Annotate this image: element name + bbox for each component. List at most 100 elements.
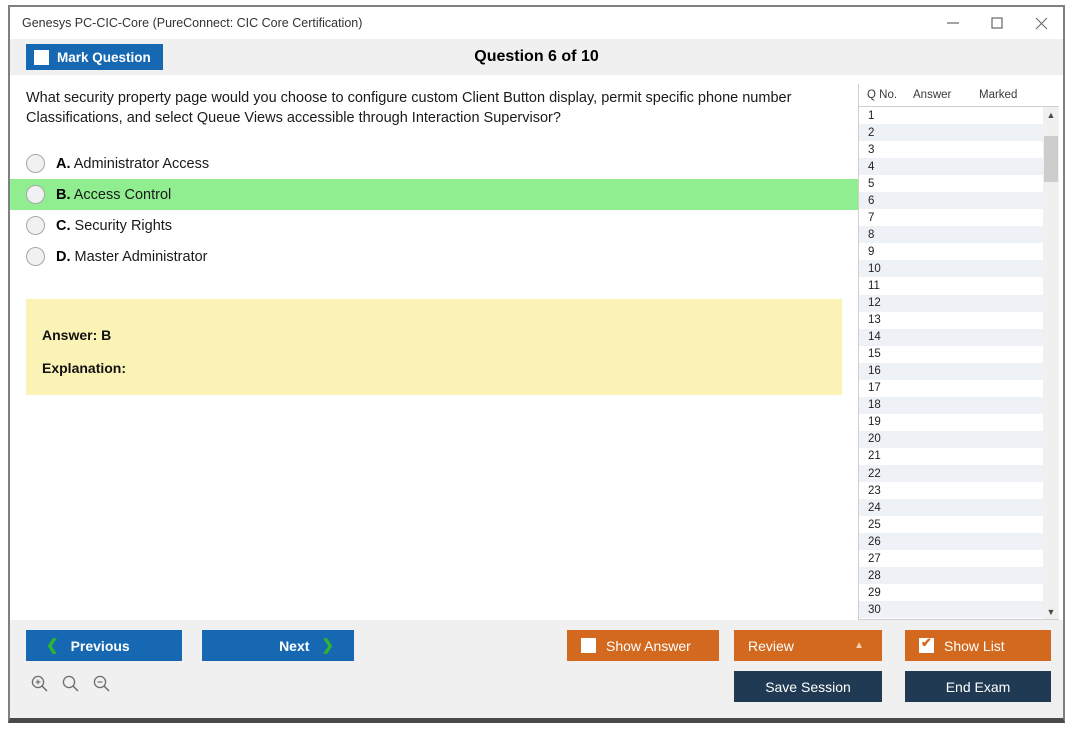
table-row[interactable]: 18 xyxy=(859,396,1043,414)
cell-question-number: 4 xyxy=(868,160,875,173)
title-bar: Genesys PC-CIC-Core (PureConnect: CIC Co… xyxy=(10,7,1063,39)
question-list-header: Q No. Answer Marked xyxy=(859,84,1059,107)
mark-question-checkbox[interactable] xyxy=(34,49,49,65)
radio-icon-d[interactable] xyxy=(26,247,45,267)
table-row[interactable]: 5 xyxy=(859,175,1043,193)
previous-button[interactable]: ❮ Previous xyxy=(26,630,182,661)
option-row-b[interactable]: B. Access Control xyxy=(10,179,858,211)
table-row[interactable]: 24 xyxy=(859,499,1043,517)
table-row[interactable]: 23 xyxy=(859,482,1043,500)
table-row[interactable]: 29 xyxy=(859,584,1043,602)
answer-label: Answer: B xyxy=(42,327,112,344)
table-row[interactable]: 9 xyxy=(859,243,1043,261)
table-row[interactable]: 16 xyxy=(859,362,1043,380)
previous-label: Previous xyxy=(70,637,130,654)
cell-question-number: 3 xyxy=(868,143,875,156)
cell-question-number: 21 xyxy=(868,450,881,463)
cell-question-number: 18 xyxy=(868,399,881,412)
table-row[interactable]: 10 xyxy=(859,260,1043,278)
mark-question-button[interactable]: Mark Question xyxy=(26,44,163,70)
table-row[interactable]: 1 xyxy=(859,107,1043,125)
show-answer-checkbox[interactable] xyxy=(581,638,596,653)
table-row[interactable]: 12 xyxy=(859,294,1043,312)
cell-question-number: 19 xyxy=(868,416,881,429)
review-dropdown-button[interactable]: Review ▲ xyxy=(734,630,882,661)
chevron-up-icon: ▲ xyxy=(854,639,864,651)
table-row[interactable]: 20 xyxy=(859,430,1043,448)
question-pane: What security property page would you ch… xyxy=(10,75,858,620)
maximize-icon[interactable] xyxy=(975,8,1019,38)
column-header-qno: Q No. xyxy=(867,89,898,101)
table-row[interactable]: 6 xyxy=(859,192,1043,210)
table-row[interactable]: 27 xyxy=(859,550,1043,568)
radio-icon-a[interactable] xyxy=(26,154,45,174)
table-row[interactable]: 19 xyxy=(859,413,1043,431)
option-row-c[interactable]: C. Security Rights xyxy=(10,210,858,241)
show-answer-button[interactable]: Show Answer xyxy=(567,630,719,661)
cell-question-number: 10 xyxy=(868,262,881,275)
cell-question-number: 22 xyxy=(868,467,881,480)
radio-icon-c[interactable] xyxy=(26,216,45,236)
next-label: Next xyxy=(279,637,310,654)
table-row[interactable]: 4 xyxy=(859,158,1043,176)
radio-icon-b[interactable] xyxy=(26,185,45,205)
cell-question-number: 30 xyxy=(868,603,881,616)
footer-row-primary: ❮ Previous Next ❯ Show Answer Review ▲ ✔… xyxy=(10,630,1063,661)
end-exam-label: End Exam xyxy=(945,678,1011,695)
option-label-a: A. Administrator Access xyxy=(56,156,209,172)
table-row[interactable]: 30 xyxy=(859,601,1043,619)
close-icon[interactable] xyxy=(1019,8,1063,38)
cell-question-number: 24 xyxy=(868,501,881,514)
cell-question-number: 26 xyxy=(868,535,881,548)
minimize-icon[interactable] xyxy=(931,8,975,38)
zoom-toolbar xyxy=(28,672,112,694)
cell-question-number: 23 xyxy=(868,484,881,497)
cell-question-number: 20 xyxy=(868,433,881,446)
option-letter-b: B. xyxy=(56,186,71,203)
exam-application-window: Genesys PC-CIC-Core (PureConnect: CIC Co… xyxy=(8,5,1065,723)
question-list-scrollbar[interactable]: ▲ ▼ xyxy=(1043,107,1059,619)
table-row[interactable]: 21 xyxy=(859,447,1043,465)
table-row[interactable]: 15 xyxy=(859,345,1043,363)
cell-question-number: 2 xyxy=(868,126,875,139)
table-row[interactable]: 28 xyxy=(859,567,1043,585)
cell-question-number: 17 xyxy=(868,382,881,395)
table-row[interactable]: 2 xyxy=(859,124,1043,142)
table-row[interactable]: 8 xyxy=(859,226,1043,244)
table-row[interactable]: 11 xyxy=(859,277,1043,295)
question-list-scroll-wrap: 1 2 3 4 5 6 7 8 9 10 11 12 13 14 15 16 17 18 19 20 21 22 23 24 2… xyxy=(859,107,1059,620)
end-exam-button[interactable]: End Exam xyxy=(905,671,1051,702)
table-row[interactable]: 22 xyxy=(859,464,1043,483)
chevron-down-icon[interactable]: ▼ xyxy=(1043,604,1059,619)
scrollbar-track[interactable] xyxy=(1043,122,1059,604)
save-session-button[interactable]: Save Session xyxy=(734,671,882,702)
question-list-rows[interactable]: 1 2 3 4 5 6 7 8 9 10 11 12 13 14 15 16 17 18 19 20 21 22 23 24 2… xyxy=(859,107,1043,619)
option-row-d[interactable]: D. Master Administrator xyxy=(10,241,858,272)
cell-question-number: 25 xyxy=(868,518,881,531)
option-row-a[interactable]: A. Administrator Access xyxy=(10,148,858,179)
answer-explanation-box: Answer: B Explanation: xyxy=(26,299,842,396)
show-list-button[interactable]: ✔ Show List xyxy=(905,630,1051,661)
check-icon: ✔ xyxy=(921,635,932,650)
option-label-b: B. Access Control xyxy=(56,187,171,203)
table-row[interactable]: 26 xyxy=(859,533,1043,551)
table-row[interactable]: 7 xyxy=(859,209,1043,227)
cell-question-number: 16 xyxy=(868,365,881,378)
chevron-up-icon[interactable]: ▲ xyxy=(1043,107,1059,122)
cell-question-number: 14 xyxy=(868,331,881,344)
cell-question-number: 27 xyxy=(868,552,881,565)
zoom-out-icon[interactable] xyxy=(90,672,112,694)
column-header-marked: Marked xyxy=(979,89,1018,101)
table-row[interactable]: 25 xyxy=(859,516,1043,534)
chevron-right-icon: ❯ xyxy=(321,637,334,654)
next-button[interactable]: Next ❯ xyxy=(202,630,354,661)
table-row[interactable]: 14 xyxy=(859,328,1043,346)
zoom-in-icon[interactable] xyxy=(28,672,50,694)
table-row[interactable]: 17 xyxy=(859,379,1043,397)
table-row[interactable]: 3 xyxy=(859,141,1043,159)
scrollbar-thumb[interactable] xyxy=(1044,136,1058,182)
cell-question-number: 1 xyxy=(868,109,875,122)
show-list-checkbox[interactable]: ✔ xyxy=(919,635,934,653)
table-row[interactable]: 13 xyxy=(859,311,1043,329)
magnifier-icon[interactable] xyxy=(59,672,81,694)
